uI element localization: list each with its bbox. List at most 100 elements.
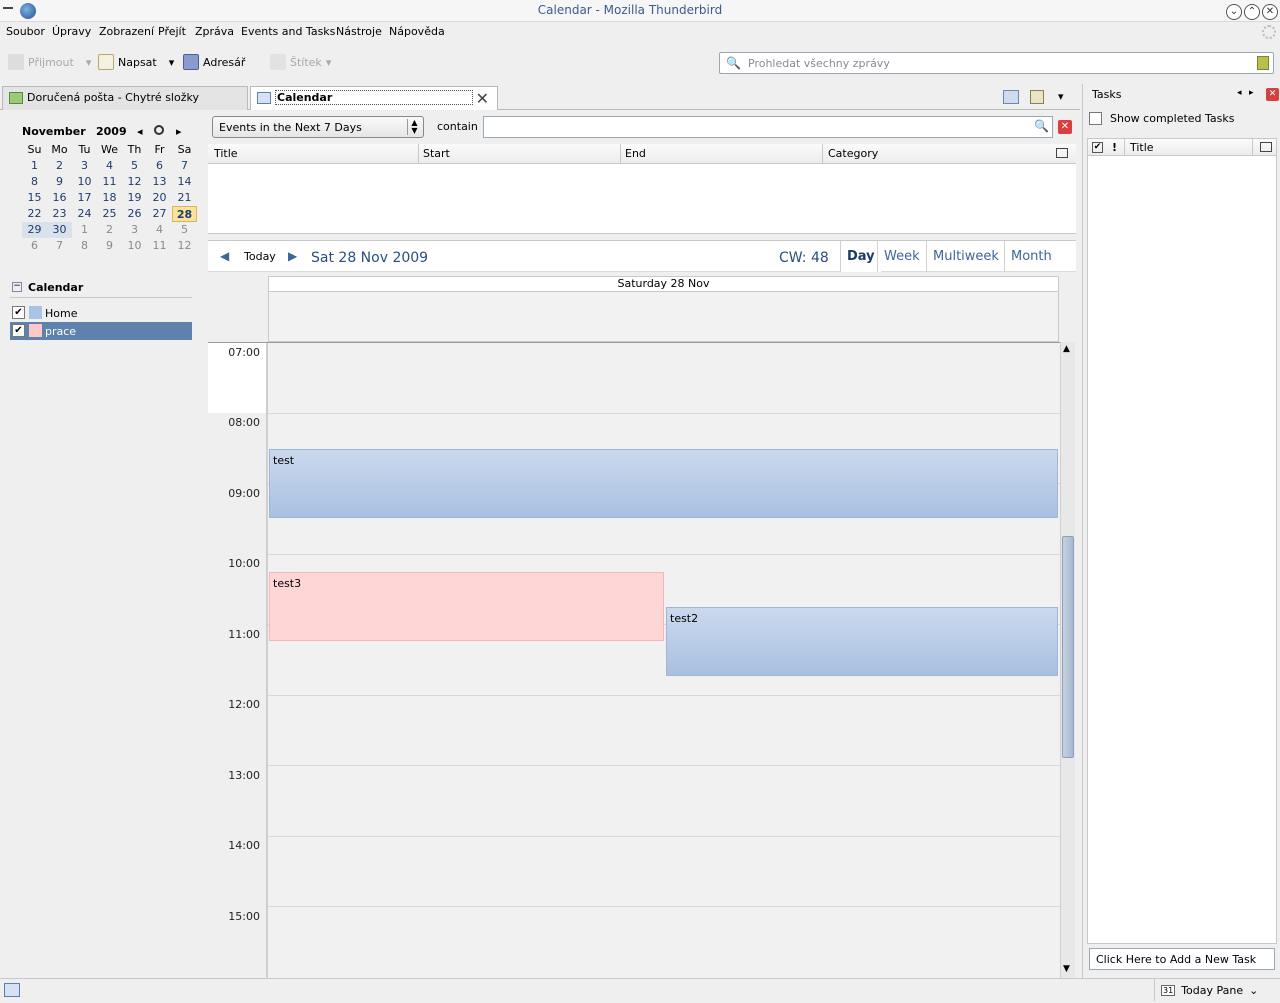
next-day-icon[interactable]: ▶ xyxy=(288,249,297,263)
pane-prev-icon[interactable]: ◂ xyxy=(1237,88,1242,98)
minimonth-day[interactable]: 29 xyxy=(22,222,47,238)
scroll-up-icon[interactable]: ▲ xyxy=(1063,344,1070,354)
tab-calendar[interactable]: Calendar ✕ xyxy=(250,86,498,110)
today-circle-icon[interactable] xyxy=(154,125,164,135)
search-input[interactable]: 🔍 Prohledat všechny zprávy xyxy=(719,52,1274,74)
chevron-down-icon[interactable]: ▾ xyxy=(169,56,175,69)
minimonth-day[interactable]: 1 xyxy=(22,158,47,174)
minimonth-day[interactable]: 15 xyxy=(22,190,47,206)
chevron-down-icon[interactable]: ▾ xyxy=(326,56,332,69)
minimonth-day[interactable]: 24 xyxy=(72,206,97,222)
receive-button[interactable]: Přijmout ▾ xyxy=(8,54,91,70)
minimonth-day[interactable]: 27 xyxy=(147,206,172,222)
minimonth-day[interactable]: 12 xyxy=(122,174,147,190)
offline-status-icon[interactable] xyxy=(4,983,20,997)
today-pane-button[interactable]: 31 Today Pane ⌄ xyxy=(1154,979,1278,1001)
calendar-mode-icon[interactable] xyxy=(1003,90,1019,104)
tab-day[interactable]: Day xyxy=(840,241,881,272)
time-grid[interactable]: 07:00 08:00 09:00 10:00 11:00 12:00 13:0… xyxy=(208,342,1060,978)
next-month-icon[interactable]: ▸ xyxy=(176,125,182,138)
menu-events-tasks[interactable]: Events and Tasks xyxy=(241,25,335,38)
minimonth-day[interactable]: 4 xyxy=(97,158,122,174)
minimonth-year[interactable]: 2009 xyxy=(96,125,127,138)
column-picker-icon[interactable] xyxy=(1260,142,1272,152)
menu-message[interactable]: Zpráva xyxy=(195,25,234,38)
minimonth-day[interactable]: 12 xyxy=(172,238,197,254)
search-icon[interactable]: 🔍 xyxy=(1034,119,1049,133)
menu-go[interactable]: Přejít xyxy=(158,25,186,38)
minimonth-day[interactable]: 19 xyxy=(122,190,147,206)
minimonth-day[interactable]: 22 xyxy=(22,206,47,222)
menu-view[interactable]: Zobrazení xyxy=(99,25,154,38)
event-filter-select[interactable]: Events in the Next 7 Days ▲ ▼ xyxy=(212,116,424,138)
minimonth-day[interactable]: 11 xyxy=(147,238,172,254)
minimonth-day[interactable]: 8 xyxy=(22,174,47,190)
column-category[interactable]: Category xyxy=(822,144,878,164)
minimonth-day[interactable]: 8 xyxy=(72,238,97,254)
calendar-item-prace[interactable]: ✔ prace xyxy=(10,322,192,340)
all-day-area[interactable] xyxy=(268,292,1059,342)
priority-column-icon[interactable]: ! xyxy=(1112,141,1117,154)
show-completed-checkbox[interactable] xyxy=(1089,112,1102,125)
close-tab-icon[interactable]: ✕ xyxy=(476,89,489,108)
minimonth-day[interactable]: 9 xyxy=(47,174,72,190)
minimonth-day[interactable]: 3 xyxy=(72,158,97,174)
minimonth-day[interactable]: 7 xyxy=(47,238,72,254)
event-test[interactable]: test xyxy=(269,449,1058,518)
tag-button[interactable]: Štítek ▾ xyxy=(270,54,331,70)
today-button[interactable]: Today xyxy=(244,250,276,263)
minimonth-day[interactable]: 21 xyxy=(172,190,197,206)
minimonth-day[interactable]: 23 xyxy=(47,206,72,222)
minimonth-day[interactable]: 10 xyxy=(72,174,97,190)
time-grid-scrollbar[interactable]: ▲ ▼ xyxy=(1060,342,1075,978)
prev-month-icon[interactable]: ◂ xyxy=(137,125,143,138)
minimonth-day[interactable]: 5 xyxy=(122,158,147,174)
collapse-icon[interactable]: − xyxy=(12,282,22,292)
minimize-icon[interactable]: ⌄ xyxy=(1226,4,1242,20)
minimonth-day[interactable]: 2 xyxy=(97,222,122,238)
minimonth-day[interactable]: 18 xyxy=(97,190,122,206)
addressbook-button[interactable]: Adresář xyxy=(183,54,245,70)
close-pane-icon[interactable]: ✕ xyxy=(1266,88,1279,101)
calendar-item-home[interactable]: ✔ Home xyxy=(10,304,192,322)
column-title[interactable]: Title xyxy=(214,147,238,160)
minimonth-day[interactable]: 3 xyxy=(122,222,147,238)
new-task-input[interactable]: Click Here to Add a New Task xyxy=(1089,948,1275,970)
menu-file[interactable]: Soubor xyxy=(6,25,45,38)
menu-edit[interactable]: Úpravy xyxy=(52,25,91,38)
minimonth-day[interactable]: 25 xyxy=(97,206,122,222)
minimonth-day[interactable]: 20 xyxy=(147,190,172,206)
minimonth-day[interactable]: 7 xyxy=(172,158,197,174)
search-options-icon[interactable] xyxy=(1257,56,1269,70)
tab-inbox[interactable]: Doručená pošta - Chytré složky xyxy=(2,86,248,110)
tab-list-chevron-icon[interactable]: ▾ xyxy=(1058,90,1064,103)
minimonth-day[interactable]: 28 xyxy=(172,206,197,222)
minimonth-day[interactable]: 5 xyxy=(172,222,197,238)
menu-tools[interactable]: Nástroje xyxy=(336,25,382,38)
tab-week[interactable]: Week xyxy=(877,241,926,272)
clear-filter-icon[interactable]: ✕ xyxy=(1058,120,1072,134)
column-end[interactable]: End xyxy=(620,144,646,164)
minimonth-day[interactable]: 17 xyxy=(72,190,97,206)
compose-button[interactable]: Napsat ▾ xyxy=(98,54,174,70)
minimonth-day[interactable]: 16 xyxy=(47,190,72,206)
pane-next-icon[interactable]: ▸ xyxy=(1249,88,1254,98)
tab-multiweek[interactable]: Multiweek xyxy=(926,241,1005,272)
column-start[interactable]: Start xyxy=(418,144,450,164)
column-picker-icon[interactable] xyxy=(1056,148,1068,158)
minimonth-day[interactable]: 30 xyxy=(47,222,72,238)
minimonth-month[interactable]: November xyxy=(22,125,86,138)
completed-column-icon[interactable]: ✔ xyxy=(1092,142,1103,153)
minimonth-day[interactable]: 4 xyxy=(147,222,172,238)
prev-day-icon[interactable]: ◀ xyxy=(220,249,229,263)
minimonth-day[interactable]: 11 xyxy=(97,174,122,190)
task-column-title[interactable]: Title xyxy=(1124,139,1154,155)
minimonth-day[interactable]: 10 xyxy=(122,238,147,254)
event-filter-input[interactable]: 🔍 xyxy=(483,116,1053,138)
minimonth-day[interactable]: 14 xyxy=(172,174,197,190)
close-window-icon[interactable]: ✕ xyxy=(1262,4,1278,20)
minimonth-day[interactable]: 2 xyxy=(47,158,72,174)
minimonth-day[interactable]: 13 xyxy=(147,174,172,190)
minimonth-day[interactable]: 26 xyxy=(122,206,147,222)
scroll-down-icon[interactable]: ▼ xyxy=(1063,964,1070,974)
